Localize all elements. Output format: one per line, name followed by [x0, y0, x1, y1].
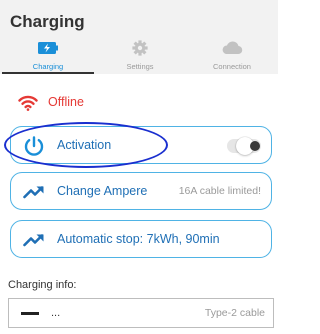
toggle-thumb-indicator: [250, 141, 260, 151]
tab-settings[interactable]: Settings: [94, 38, 186, 74]
app-header: Charging Charging Settings Connection: [0, 0, 278, 74]
status-text: Offline: [48, 95, 84, 109]
cable-type: Type-2 cable: [204, 307, 265, 319]
power-icon: [24, 136, 44, 156]
activation-card[interactable]: Activation: [10, 126, 272, 164]
page-title: Charging: [10, 12, 85, 31]
change-ampere-label: Change Ampere: [57, 184, 148, 198]
tab-connection[interactable]: Connection: [186, 38, 278, 74]
tab-settings-label: Settings: [126, 62, 154, 71]
cloud-icon: [222, 41, 243, 55]
auto-stop-card[interactable]: Automatic stop: 7kWh, 90min: [10, 220, 272, 258]
active-tab-indicator: [2, 72, 94, 74]
wifi-icon: [18, 95, 38, 111]
tab-charging[interactable]: Charging: [2, 38, 94, 74]
ampere-limit-hint: 16A cable limited!: [178, 185, 261, 197]
charging-info-title: Charging info:: [8, 279, 77, 291]
trend-up-icon: [23, 186, 44, 199]
gear-icon: [132, 40, 148, 56]
trend-up-icon: [23, 234, 44, 247]
charging-info-row: ... Type-2 cable: [8, 298, 274, 328]
change-ampere-card[interactable]: Change Ampere 16A cable limited!: [10, 172, 272, 210]
dash-icon: [21, 312, 39, 315]
battery-charging-icon: [38, 42, 58, 54]
auto-stop-label: Automatic stop: 7kWh, 90min: [57, 232, 220, 246]
activation-toggle[interactable]: [227, 137, 261, 155]
tab-connection-label: Connection: [213, 62, 251, 71]
activation-label: Activation: [57, 138, 112, 152]
charging-info-value: ...: [51, 307, 61, 319]
tab-charging-label: Charging: [32, 62, 64, 71]
tab-bar: Charging Settings Connection: [0, 38, 278, 74]
